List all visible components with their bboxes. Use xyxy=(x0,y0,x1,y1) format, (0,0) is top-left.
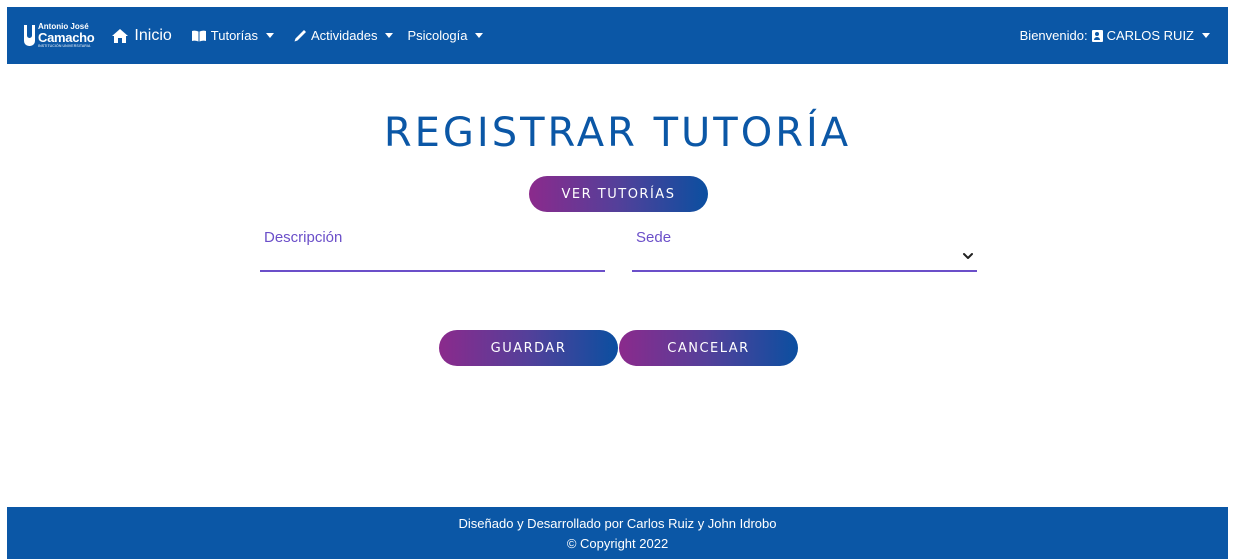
chevron-down-icon xyxy=(475,33,484,38)
top-navbar: Antonio José Camacho INSTITUCIÓN UNIVERS… xyxy=(7,7,1228,64)
nav-menu-tutorias-label: Tutorías xyxy=(210,28,258,43)
nav-home-label: Inicio xyxy=(134,26,172,44)
save-button[interactable]: GUARDAR xyxy=(439,330,618,366)
sede-underline xyxy=(632,270,977,272)
chevron-down-icon xyxy=(963,253,973,259)
description-input[interactable] xyxy=(260,248,605,270)
brand-logo[interactable]: Antonio José Camacho INSTITUCIÓN UNIVERS… xyxy=(24,16,95,56)
home-icon xyxy=(112,28,129,43)
chevron-down-icon xyxy=(265,33,274,38)
chevron-down-icon xyxy=(1202,33,1210,38)
nav-menu-psicologia[interactable]: Psicología xyxy=(407,28,484,43)
description-underline xyxy=(260,270,605,272)
sede-select[interactable] xyxy=(632,248,977,270)
book-icon xyxy=(191,30,206,41)
footer-credits: Diseñado y Desarrollado por Carlos Ruiz … xyxy=(458,516,777,531)
sede-label: Sede xyxy=(636,229,672,246)
page-footer: Diseñado y Desarrollado por Carlos Ruiz … xyxy=(7,507,1228,559)
pencil-icon xyxy=(294,29,306,41)
logo-line-2: Camacho xyxy=(38,29,95,45)
user-badge-icon xyxy=(1091,29,1103,42)
nav-home-link[interactable]: Inicio xyxy=(111,26,172,45)
footer-copyright: © Copyright 2022 xyxy=(566,536,669,551)
welcome-label: Bienvenido: xyxy=(1019,28,1088,43)
description-label: Descripción xyxy=(264,229,343,246)
nav-menu-tutorias[interactable]: Tutorías xyxy=(191,28,274,43)
cancel-button[interactable]: CANCELAR xyxy=(619,330,798,366)
chevron-down-icon xyxy=(385,33,394,38)
user-menu[interactable]: Bienvenido: CARLOS RUIZ xyxy=(1020,28,1210,43)
view-tutorias-button[interactable]: VER TUTORÍAS xyxy=(529,176,708,212)
logo-text: Antonio José Camacho INSTITUCIÓN UNIVERS… xyxy=(38,22,95,49)
user-name: CARLOS RUIZ xyxy=(1106,28,1194,43)
nav-menu-psicologia-label: Psicología xyxy=(407,28,468,43)
nav-menu-actividades[interactable]: Actividades xyxy=(293,28,394,43)
university-logo-icon xyxy=(24,25,35,46)
logo-line-3: INSTITUCIÓN UNIVERSITARIA xyxy=(38,43,91,48)
page-title: REGISTRAR TUTORÍA xyxy=(383,110,852,156)
nav-menu-actividades-label: Actividades xyxy=(310,28,378,43)
